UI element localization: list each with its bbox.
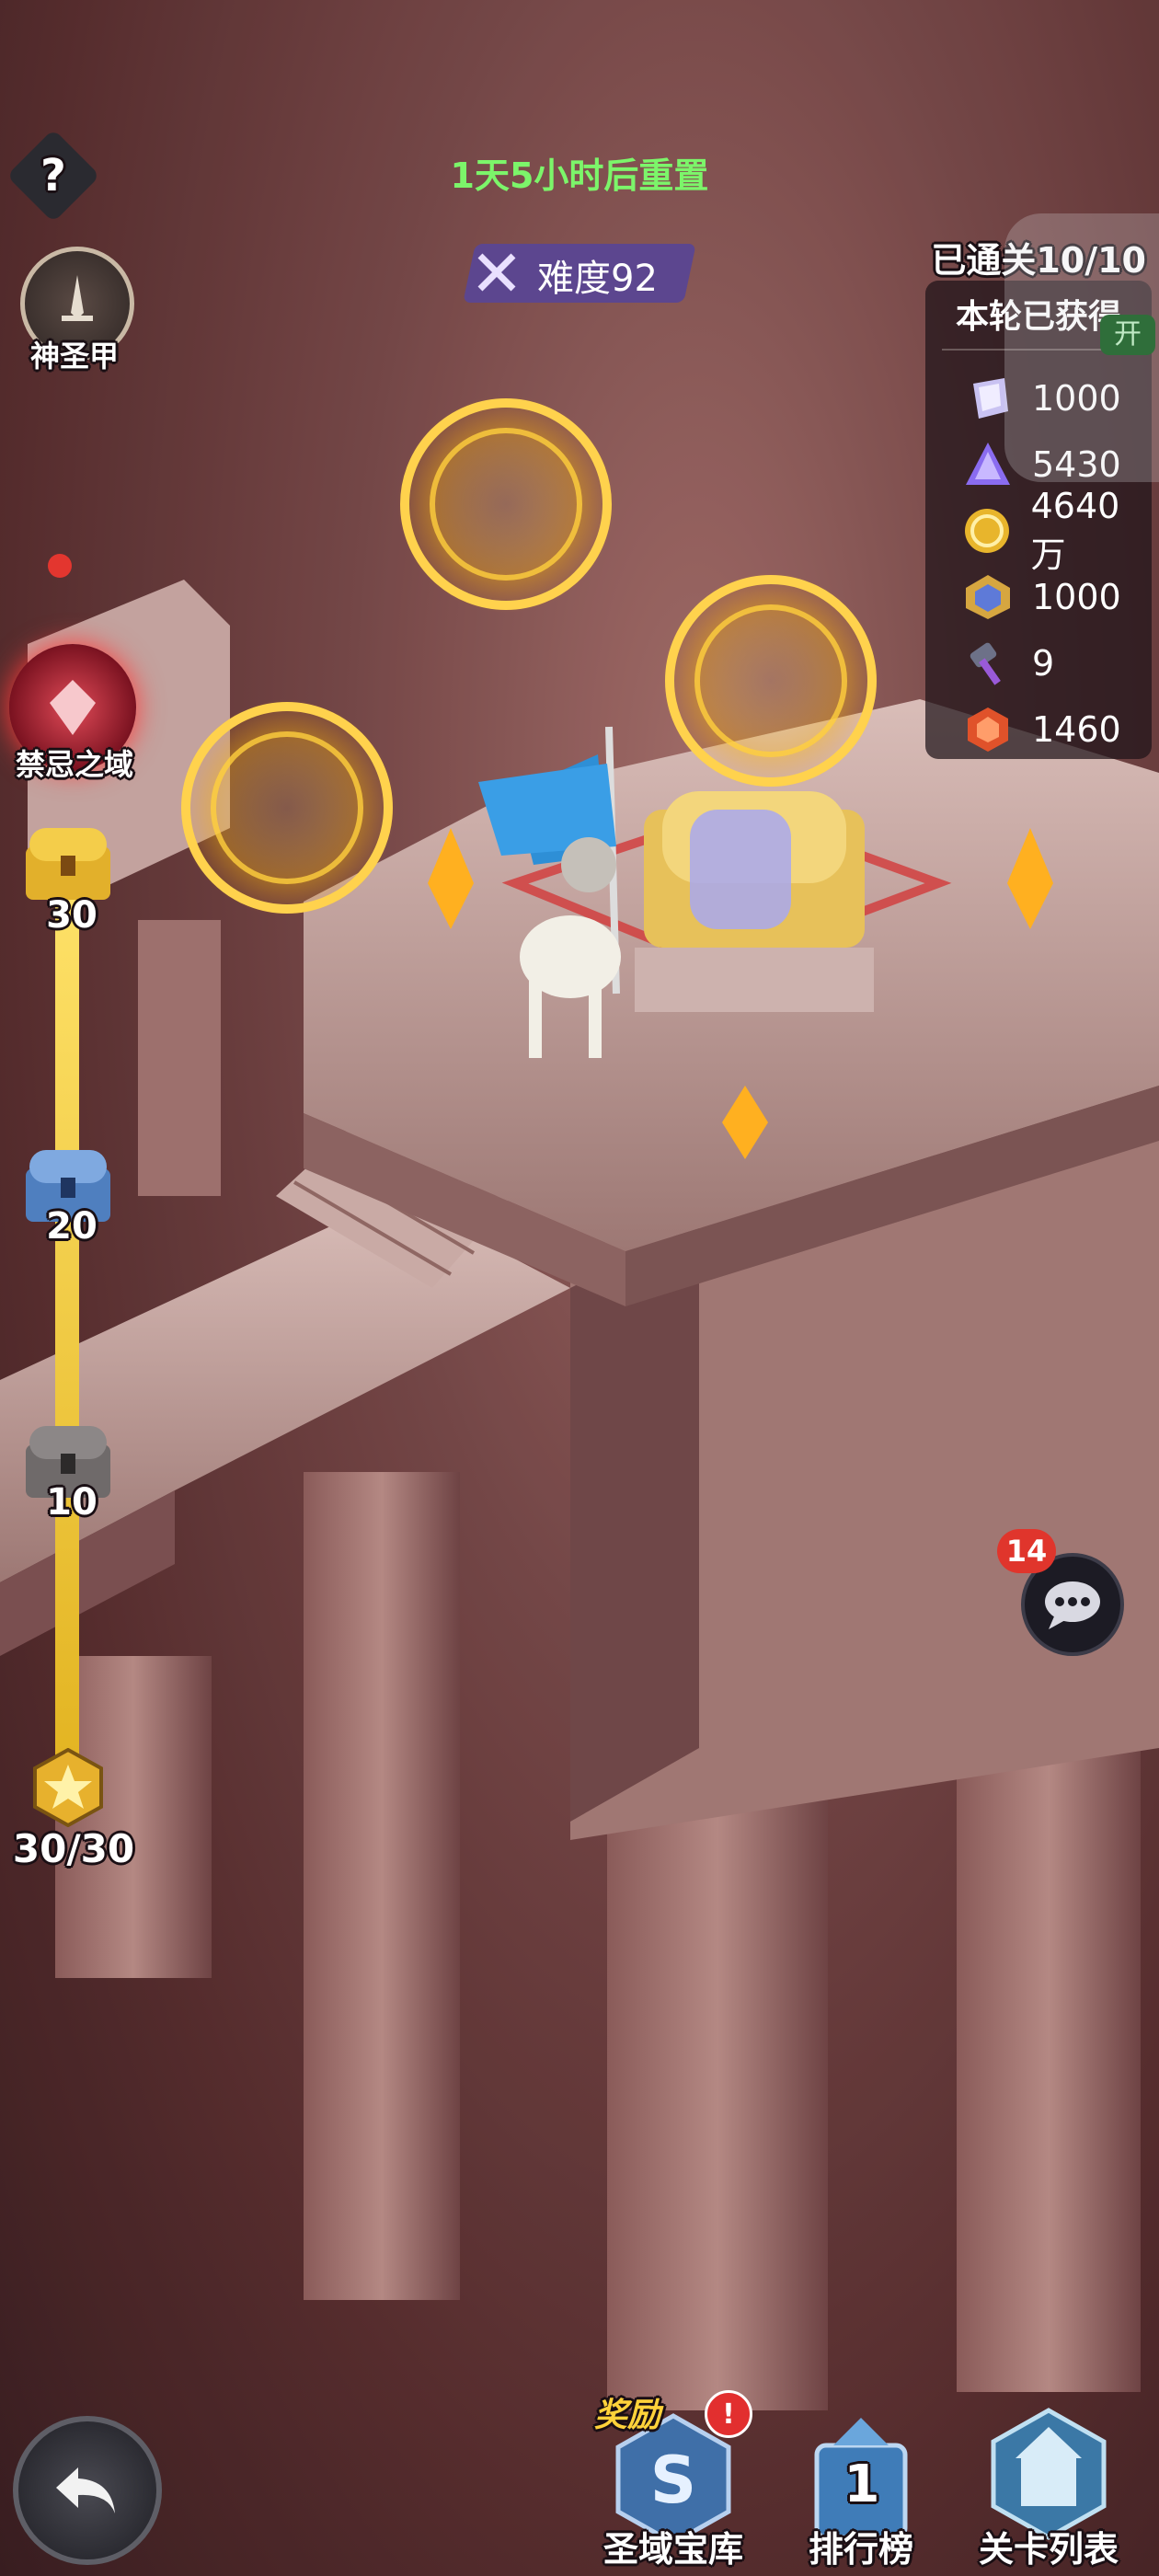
forbidden-domain-label: 禁忌之域 (15, 747, 133, 782)
progress-fill (55, 846, 79, 1794)
demon-crest-icon (50, 680, 96, 735)
stars-progress-label: 30/30 (12, 1826, 135, 1871)
back-button[interactable] (13, 2416, 162, 2565)
reward-row: 9 (962, 636, 1054, 691)
reward-value: 9 (1032, 643, 1055, 684)
difficulty-label: 难度92 (537, 258, 658, 300)
treasury-label[interactable]: 圣域宝库 (581, 2521, 765, 2571)
sword-icon (62, 275, 93, 321)
left-arch-pillar (138, 920, 221, 1196)
reward-value: 1000 (1032, 577, 1121, 617)
alert-badge: ! (705, 2390, 752, 2438)
reward-row: 1000 (962, 569, 1121, 625)
tier-20-label: 20 (46, 1205, 98, 1248)
reward-row: 4640万 (962, 486, 1152, 575)
pillar-left (304, 1472, 460, 2300)
stage-list-label[interactable]: 关卡列表 (957, 2521, 1141, 2571)
red-dot-indicator (48, 554, 72, 578)
tier-30-label: 30 (46, 894, 98, 937)
star-badge-icon (33, 1748, 103, 1827)
rank-number: 1 (843, 2455, 880, 2514)
reward-tag: 奖励 (594, 2397, 661, 2434)
tier-10-label: 10 (46, 1481, 98, 1524)
swords-icon (469, 241, 524, 304)
chat-badge: 14 (997, 1529, 1056, 1573)
reward-value: 4640万 (1030, 485, 1120, 575)
chat-bubble-icon (1045, 1581, 1100, 1629)
gold-badge-icon (962, 571, 1014, 623)
return-arrow-icon (56, 2467, 115, 2513)
tower-shadow (570, 1224, 699, 1822)
gold-coin-icon (962, 505, 1013, 557)
treasure-chest (635, 791, 874, 1012)
reward-value: 1460 (1032, 709, 1121, 750)
reset-timer: 1天5小时后重置 (450, 155, 709, 196)
reward-row: 1460 (962, 702, 1121, 757)
svg-text:S: S (650, 2443, 696, 2518)
help-icon: ? (40, 150, 66, 201)
holy-armor-label: 神圣甲 (29, 339, 119, 374)
toggle-switch[interactable]: 开 (1100, 315, 1155, 355)
dark-hammer-icon (962, 638, 1014, 689)
leaderboard-label[interactable]: 排行榜 (769, 2521, 953, 2571)
orange-rune-icon (962, 704, 1014, 755)
